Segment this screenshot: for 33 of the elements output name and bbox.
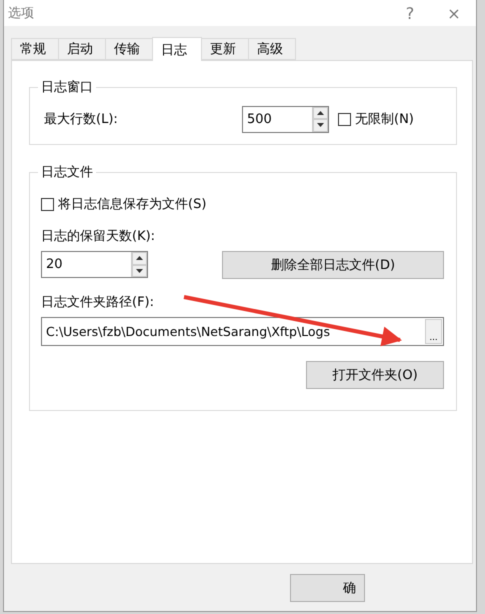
up-arrow-icon	[317, 110, 324, 115]
down-arrow-icon	[136, 268, 143, 273]
tab[interactable]: 启动	[58, 38, 106, 60]
number-input[interactable]: 500	[243, 106, 312, 132]
help-button[interactable]: ?	[388, 0, 432, 26]
number-field[interactable]: 500	[242, 106, 329, 132]
spin-up-button[interactable]	[313, 106, 328, 119]
number-field[interactable]: 20	[41, 251, 148, 278]
window-title: 选项	[8, 5, 35, 22]
ok-button[interactable]: 确	[290, 574, 365, 602]
checkbox[interactable]: 无限制(N)	[338, 110, 414, 128]
field-label: 日志文件夹路径(F):	[41, 294, 154, 310]
up-arrow-icon	[136, 256, 143, 260]
spin-up-button[interactable]	[132, 252, 147, 264]
tab[interactable]: 高级	[248, 38, 296, 60]
spin-down-button[interactable]	[132, 264, 147, 277]
down-arrow-icon	[317, 123, 324, 128]
checkbox[interactable]: 将日志信息保存为文件(S)	[41, 195, 206, 213]
tab[interactable]: 更新	[201, 38, 249, 60]
group-title: 日志文件	[40, 164, 94, 181]
tab[interactable]: 常规	[11, 38, 59, 60]
spin-down-button[interactable]	[313, 119, 328, 132]
delete-logs-button[interactable]: 删除全部日志文件(D)	[222, 250, 444, 278]
group-title: 日志窗口	[40, 79, 94, 96]
path-field[interactable]: C:\Users\fzb\Documents\NetSarang\Xftp\Logs ...	[41, 316, 444, 346]
browse-button[interactable]: ...	[425, 318, 442, 344]
tab[interactable]: 日志	[152, 37, 202, 61]
field-label: 最大行数(L):	[43, 111, 119, 128]
tab[interactable]: 传输	[105, 38, 153, 60]
close-button[interactable]: ×	[432, 0, 476, 26]
field-label: 日志的保留天数(K):	[41, 228, 156, 244]
open-folder-button[interactable]: 打开文件夹(O)	[306, 360, 444, 388]
number-input[interactable]: 20	[42, 252, 131, 277]
